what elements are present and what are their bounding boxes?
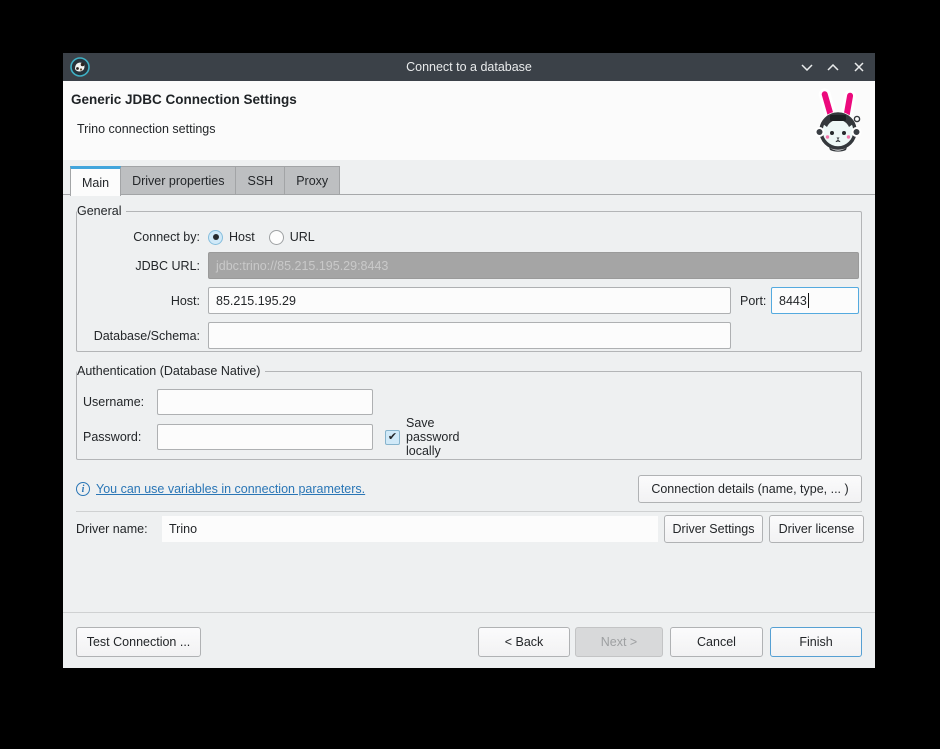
finish-button[interactable]: Finish <box>770 627 862 657</box>
database-schema-input[interactable] <box>208 322 731 349</box>
cancel-button[interactable]: Cancel <box>670 627 763 657</box>
test-connection-button[interactable]: Test Connection ... <box>76 627 201 657</box>
authentication-legend: Authentication (Database Native) <box>77 363 265 379</box>
minimize-icon[interactable] <box>799 59 815 75</box>
main-content: Main Driver properties SSH Proxy General… <box>63 160 875 668</box>
username-label: Username: <box>83 395 144 409</box>
window-title: Connect to a database <box>63 60 875 74</box>
driver-license-button[interactable]: Driver license <box>769 515 864 543</box>
host-label: Host: <box>81 294 200 308</box>
port-label: Port: <box>740 294 766 308</box>
driver-name-field: Trino <box>162 516 658 542</box>
password-input[interactable] <box>157 424 373 450</box>
host-input[interactable] <box>208 287 731 314</box>
page-subtitle: Trino connection settings <box>77 122 216 136</box>
back-button[interactable]: < Back <box>478 627 570 657</box>
database-schema-label: Database/Schema: <box>81 329 200 343</box>
password-label: Password: <box>83 430 141 444</box>
connect-by-label: Connect by: <box>81 230 200 244</box>
variables-link[interactable]: You can use variables in connection para… <box>96 482 365 496</box>
info-icon: i <box>76 482 90 496</box>
maximize-icon[interactable] <box>825 59 841 75</box>
jdbc-url-field: jdbc:trino://85.215.195.29:8443 <box>208 252 859 279</box>
save-password-label: Save password locally <box>406 416 460 458</box>
title-bar[interactable]: Connect to a database <box>63 53 875 81</box>
connection-details-button[interactable]: Connection details (name, type, ... ) <box>638 475 862 503</box>
username-input[interactable] <box>157 389 373 415</box>
page-title: Generic JDBC Connection Settings <box>71 92 297 107</box>
driver-settings-button[interactable]: Driver Settings <box>664 515 763 543</box>
tab-driver-properties[interactable]: Driver properties <box>121 166 236 195</box>
tab-main[interactable]: Main <box>70 166 121 196</box>
driver-name-label: Driver name: <box>76 522 148 536</box>
general-legend: General <box>77 203 126 219</box>
save-password-checkbox[interactable]: ✔ <box>385 430 400 445</box>
host-radio[interactable] <box>208 230 223 245</box>
footer-divider <box>63 612 875 613</box>
url-radio[interactable] <box>269 230 284 245</box>
url-radio-label: URL <box>290 230 315 244</box>
port-input[interactable]: 8443 <box>771 287 859 314</box>
connect-dialog: Connect to a database Generic JDBC Conne… <box>63 53 875 668</box>
tab-proxy[interactable]: Proxy <box>285 166 340 195</box>
close-icon[interactable] <box>851 59 867 75</box>
jdbc-url-label: JDBC URL: <box>81 259 200 273</box>
dialog-header: Generic JDBC Connection Settings Trino c… <box>63 81 875 160</box>
tab-ssh[interactable]: SSH <box>236 166 285 195</box>
trino-logo-icon <box>809 88 867 154</box>
authentication-group: Authentication (Database Native) Usernam… <box>76 371 862 460</box>
tab-bar: Main Driver properties SSH Proxy <box>70 166 340 195</box>
text-caret <box>808 293 809 308</box>
general-group: General Connect by: Host URL JDBC URL: j… <box>76 211 862 352</box>
next-button[interactable]: Next > <box>575 627 663 657</box>
driver-section-divider <box>76 511 862 512</box>
host-radio-label: Host <box>229 230 255 244</box>
check-icon: ✔ <box>388 432 397 443</box>
dbeaver-app-icon <box>70 57 90 77</box>
variables-hint-row: i You can use variables in connection pa… <box>76 482 365 496</box>
